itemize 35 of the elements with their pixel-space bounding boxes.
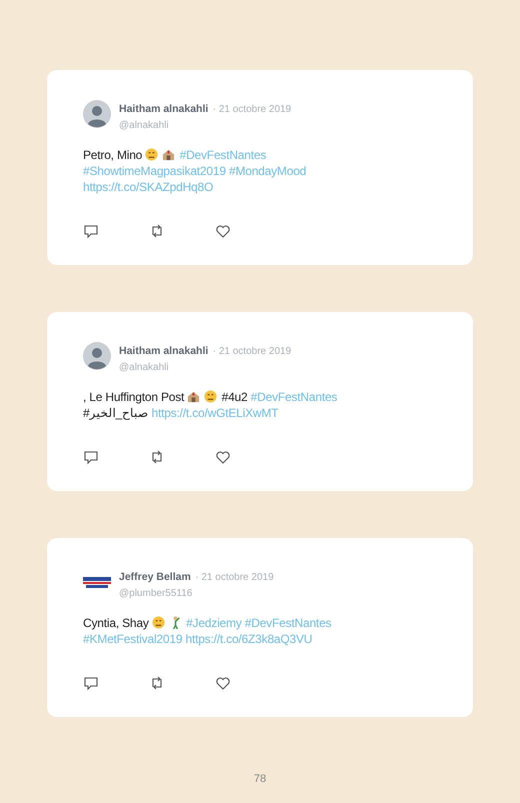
heart-icon[interactable]	[215, 449, 231, 465]
author-name: Jeffrey Bellam	[119, 571, 191, 583]
tweet-text: Petro, Mino #DevFestNantes #ShowtimeMagpasikat2019 #MondayMood https://t.co/SKAZpdHq8O	[83, 147, 308, 195]
tweet-link[interactable]: https://t.co/SKAZpdHq8O	[83, 180, 214, 194]
heart-icon[interactable]	[215, 675, 231, 691]
building-icon	[187, 390, 200, 403]
tweet-link[interactable]: #ShowtimeMagpasikat2019	[83, 164, 226, 178]
avatar-icon	[83, 100, 111, 128]
author-handle: @alnakahli	[119, 120, 170, 131]
tweet-text: Cyntia, Shay #Jedziemy #DevFestNantes #KMetFestival2019 https://t.co/6Z3k8aQ3VU	[83, 615, 332, 647]
tweet-link[interactable]: #DevFestNantes	[180, 148, 266, 162]
building-icon	[162, 148, 176, 161]
emoji-face-icon	[145, 148, 158, 161]
tweet-date: · 21 octobre 2019	[212, 104, 292, 115]
avatar-icon	[83, 342, 111, 370]
tweet-link[interactable]: https://t.co/wGtELiXwMT	[152, 406, 278, 420]
tweet-date: · 21 octobre 2019	[212, 346, 292, 357]
reply-icon[interactable]	[83, 223, 99, 239]
tweet-link[interactable]: #DevFestNantes	[244, 616, 332, 630]
reply-icon[interactable]	[83, 449, 99, 465]
page-number: 78	[252, 772, 268, 786]
heart-icon[interactable]	[215, 223, 231, 239]
emoji-face-icon	[204, 390, 218, 403]
reply-icon[interactable]	[83, 675, 99, 691]
tweet-date: · 21 octobre 2019	[195, 572, 274, 583]
tweet-link[interactable]: https://t.co/6Z3k8aQ3VU	[185, 632, 312, 646]
emoji-face-icon	[152, 616, 165, 629]
tweet-link[interactable]: #MondayMood	[228, 164, 306, 178]
author-handle: @plumber55116	[119, 588, 194, 599]
author-name: Haitham alnakahli	[119, 345, 208, 357]
author-name: Haitham alnakahli	[119, 103, 208, 115]
tweet-link[interactable]: #DevFestNantes	[250, 390, 338, 404]
tweet-link[interactable]: #KMetFestival2019	[83, 632, 182, 646]
author-handle: @alnakahli	[119, 362, 170, 373]
tweet-link[interactable]: #Jedziemy	[186, 616, 242, 630]
